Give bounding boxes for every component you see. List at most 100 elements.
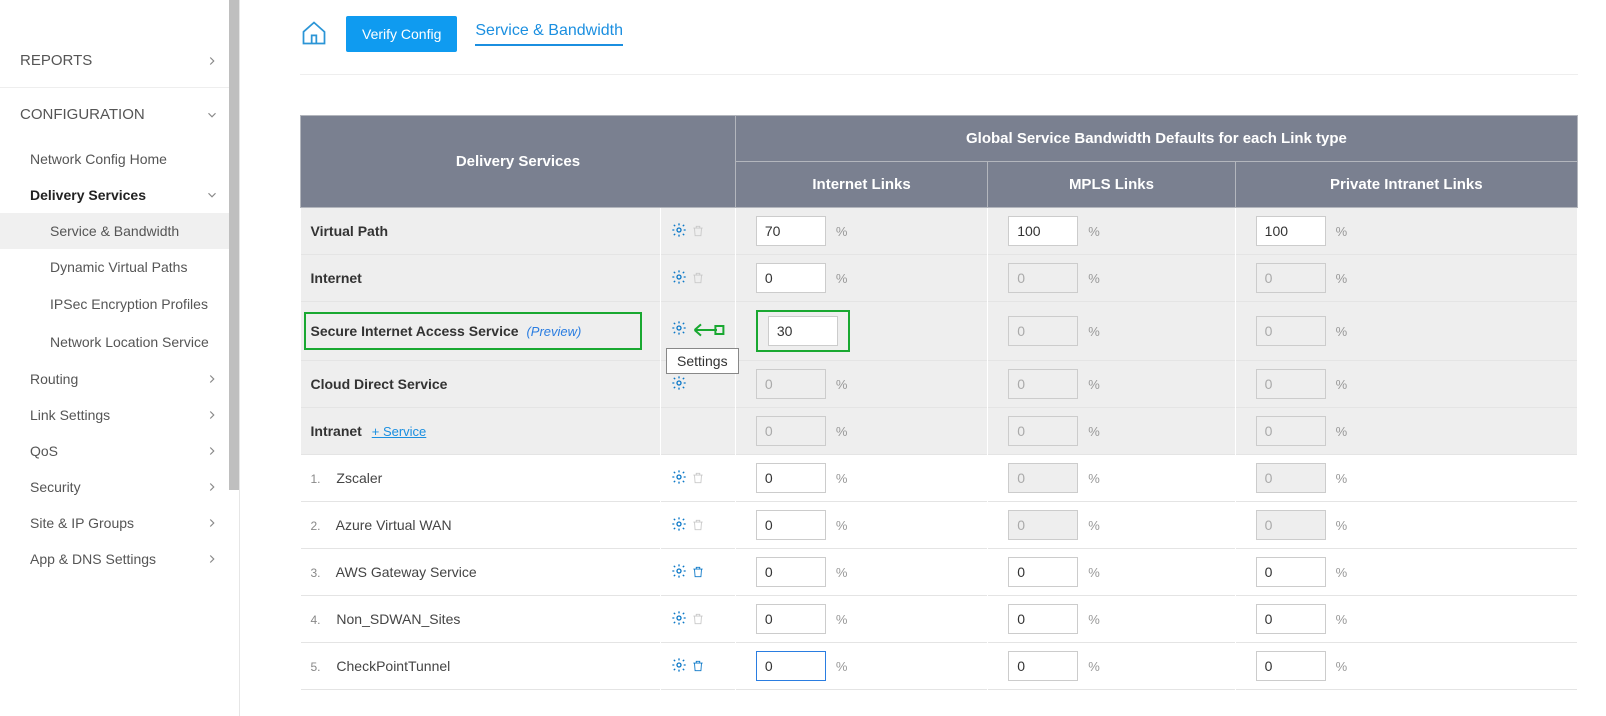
percent-label: % xyxy=(1336,612,1348,627)
trash-icon xyxy=(691,272,705,288)
nav-item-link-settings[interactable]: Link Settings xyxy=(0,397,239,433)
add-service-link[interactable]: + Service xyxy=(372,424,427,439)
gear-icon[interactable] xyxy=(671,519,687,535)
gear-icon[interactable] xyxy=(671,378,687,394)
nav-item-app-dns-settings[interactable]: App & DNS Settings xyxy=(0,541,239,577)
nav-section-reports[interactable]: REPORTS xyxy=(0,20,239,87)
row-number: 1. xyxy=(311,472,333,486)
gear-icon[interactable] xyxy=(671,566,687,582)
nav-sub-service-bandwidth[interactable]: Service & Bandwidth xyxy=(0,213,239,249)
scrollbar[interactable] xyxy=(229,0,239,490)
bw-private-input xyxy=(1256,510,1326,540)
intra-internet-input xyxy=(756,416,826,446)
nav-label: App & DNS Settings xyxy=(30,551,156,567)
row-internet: Internet % % % xyxy=(301,255,1578,302)
percent-label: % xyxy=(1336,471,1348,486)
th-delivery-services: Delivery Services xyxy=(301,116,736,208)
bw-mpls-input[interactable] xyxy=(1008,604,1078,634)
percent-label: % xyxy=(1088,271,1100,286)
percent-label: % xyxy=(1336,224,1348,239)
nav-item-qos[interactable]: QoS xyxy=(0,433,239,469)
nav-label: Link Settings xyxy=(30,407,110,423)
th-global-defaults: Global Service Bandwidth Defaults for ea… xyxy=(735,116,1577,162)
percent-label: % xyxy=(1088,424,1100,439)
sia-internet-input[interactable] xyxy=(768,316,838,346)
trash-icon[interactable] xyxy=(691,566,705,582)
percent-label: % xyxy=(1088,471,1100,486)
nav-label: Delivery Services xyxy=(30,187,146,203)
service-name: Secure Internet Access Service xyxy=(311,323,519,339)
verify-config-button[interactable]: Verify Config xyxy=(346,16,457,52)
chevron-right-icon xyxy=(205,372,219,386)
nav-sub-network-location-service[interactable]: Network Location Service xyxy=(0,323,239,361)
bw-mpls-input[interactable] xyxy=(1008,651,1078,681)
sia-private-input xyxy=(1256,316,1326,346)
gear-icon[interactable] xyxy=(671,323,687,339)
percent-label: % xyxy=(1088,612,1100,627)
chevron-down-icon xyxy=(205,108,219,122)
highlight-box xyxy=(756,310,850,352)
gear-icon[interactable] xyxy=(671,613,687,629)
row-checkpoint-tunnel: 5. CheckPointTunnel % % % xyxy=(301,643,1578,690)
sia-mpls-input xyxy=(1008,316,1078,346)
nav-label: CONFIGURATION xyxy=(20,106,145,123)
bw-private-input[interactable] xyxy=(1256,557,1326,587)
gear-icon[interactable] xyxy=(671,660,687,676)
row-number: 2. xyxy=(311,519,333,533)
percent-label: % xyxy=(1336,518,1348,533)
percent-label: % xyxy=(836,224,848,239)
chevron-down-icon xyxy=(205,188,219,202)
percent-label: % xyxy=(1336,271,1348,286)
nav-label: Routing xyxy=(30,371,78,387)
percent-label: % xyxy=(1336,377,1348,392)
service-name: Cloud Direct Service xyxy=(311,376,448,392)
th-internet-links: Internet Links xyxy=(735,162,987,208)
bw-mpls-input[interactable] xyxy=(1008,557,1078,587)
percent-label: % xyxy=(1088,659,1100,674)
trash-icon xyxy=(691,519,705,535)
service-name: Virtual Path xyxy=(311,223,389,239)
nav-sub-dynamic-virtual-paths[interactable]: Dynamic Virtual Paths xyxy=(0,249,239,285)
home-icon[interactable] xyxy=(300,19,328,50)
row-number: 4. xyxy=(311,613,333,627)
bw-internet-input[interactable] xyxy=(756,557,826,587)
nav-item-delivery-services[interactable]: Delivery Services xyxy=(0,177,239,213)
percent-label: % xyxy=(1336,324,1348,339)
bw-private-input[interactable] xyxy=(1256,651,1326,681)
chevron-right-icon xyxy=(205,552,219,566)
bw-private-input[interactable] xyxy=(1256,604,1326,634)
gear-icon[interactable] xyxy=(671,225,687,241)
preview-tag: (Preview) xyxy=(526,324,581,339)
intra-mpls-input xyxy=(1008,416,1078,446)
vp-internet-input[interactable] xyxy=(756,216,826,246)
gear-icon[interactable] xyxy=(671,472,687,488)
inet-internet-input[interactable] xyxy=(756,263,826,293)
bw-internet-input[interactable] xyxy=(756,463,826,493)
percent-label: % xyxy=(836,271,848,286)
vp-mpls-input[interactable] xyxy=(1008,216,1078,246)
inet-mpls-input xyxy=(1008,263,1078,293)
service-name: CheckPointTunnel xyxy=(336,658,450,674)
vp-private-input[interactable] xyxy=(1256,216,1326,246)
nav-item-site-ip-groups[interactable]: Site & IP Groups xyxy=(0,505,239,541)
trash-icon[interactable] xyxy=(691,660,705,676)
nav-sub-ipsec-profiles[interactable]: IPSec Encryption Profiles xyxy=(0,285,239,323)
bw-internet-input[interactable] xyxy=(756,651,826,681)
percent-label: % xyxy=(836,518,848,533)
nav-item-routing[interactable]: Routing xyxy=(0,361,239,397)
percent-label: % xyxy=(1088,565,1100,580)
bw-internet-input[interactable] xyxy=(756,604,826,634)
gear-icon[interactable] xyxy=(671,272,687,288)
cds-internet-input xyxy=(756,369,826,399)
nav-item-security[interactable]: Security xyxy=(0,469,239,505)
main-content: Verify Config Service & Bandwidth Delive… xyxy=(240,0,1606,716)
nav-section-configuration[interactable]: CONFIGURATION xyxy=(0,87,239,141)
percent-label: % xyxy=(836,565,848,580)
settings-tooltip: Settings xyxy=(666,348,739,374)
nav-item-network-config-home[interactable]: Network Config Home xyxy=(0,141,239,177)
nav-label: REPORTS xyxy=(20,52,92,69)
bw-internet-input[interactable] xyxy=(756,510,826,540)
breadcrumb-current[interactable]: Service & Bandwidth xyxy=(475,22,623,46)
nav-label: Network Config Home xyxy=(30,151,167,167)
chevron-right-icon xyxy=(205,408,219,422)
